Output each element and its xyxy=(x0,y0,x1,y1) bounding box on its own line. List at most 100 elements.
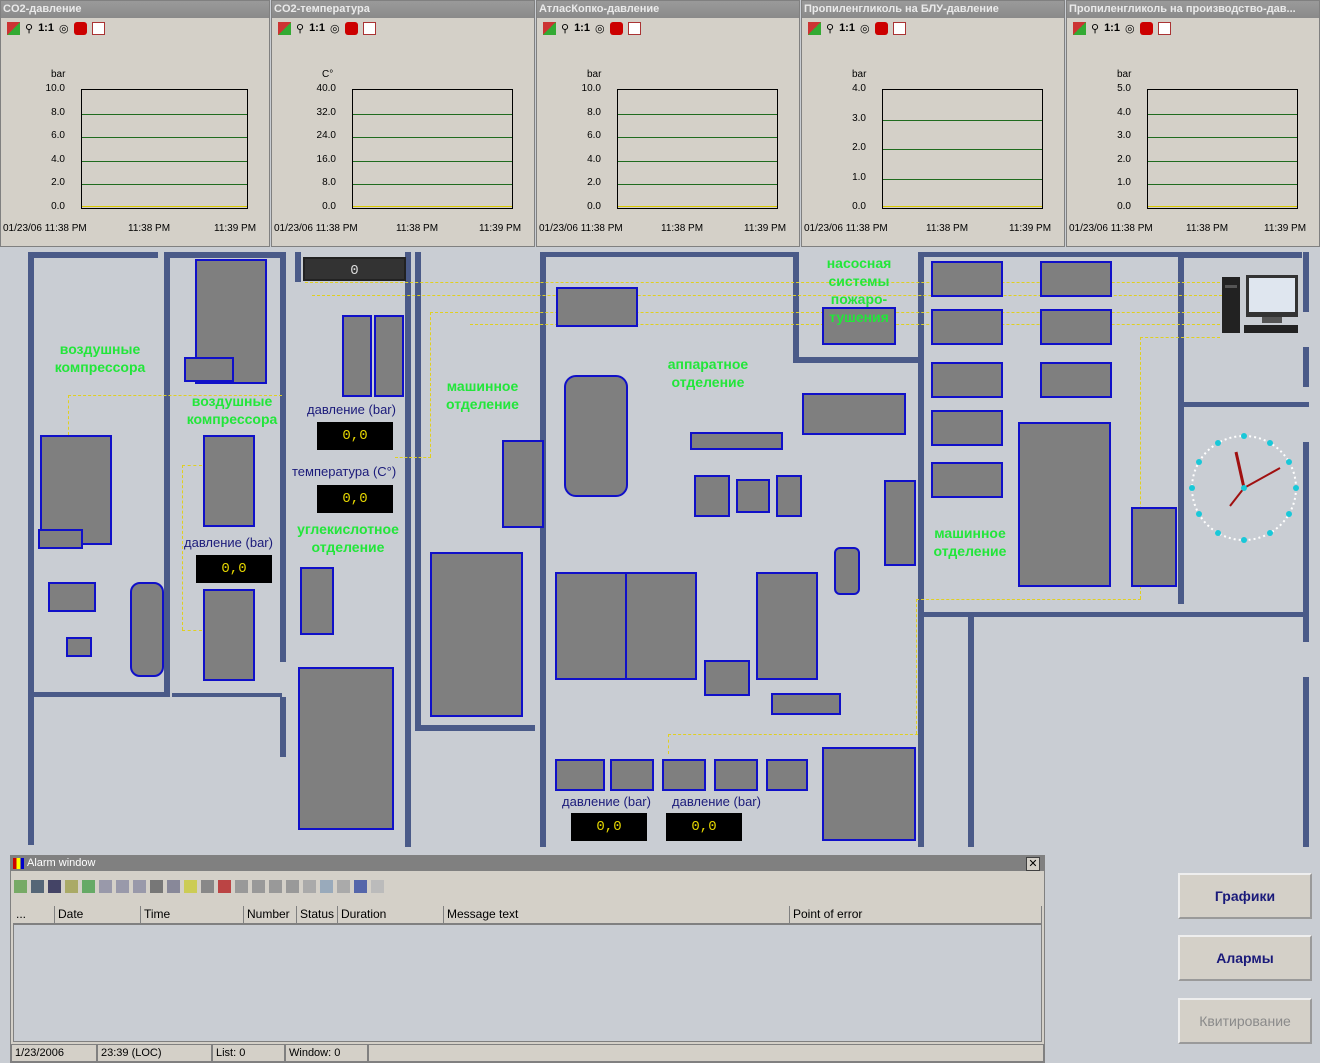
col-index[interactable]: ... xyxy=(13,906,55,923)
scale-label[interactable]: 1:1 xyxy=(1104,22,1120,34)
trend-title[interactable]: Пропиленгликоль на БЛУ-давление xyxy=(802,1,1064,18)
valve-pair xyxy=(736,479,770,513)
trend-title[interactable]: АтласКопко-давление xyxy=(537,1,799,18)
help-icon[interactable] xyxy=(184,879,197,893)
trend-plot-area[interactable] xyxy=(81,89,248,209)
col-status[interactable]: Status xyxy=(297,906,338,923)
workstation-icon[interactable] xyxy=(1222,275,1300,339)
grid-line xyxy=(883,178,1042,180)
scroll-icon[interactable] xyxy=(808,21,821,35)
col-time[interactable]: Time xyxy=(141,906,244,923)
trend-panel-3[interactable]: АтласКопко-давление ⚲ 1:1 ◎ bar 10.0 8.0 6.… xyxy=(536,0,800,247)
next-icon[interactable] xyxy=(269,879,282,893)
statistics-icon[interactable] xyxy=(82,879,95,893)
archive-icon[interactable] xyxy=(65,879,78,893)
col-message-text[interactable]: Message text xyxy=(444,906,790,923)
lock-icon[interactable] xyxy=(337,879,350,893)
label-machine-room-2: машинное отделение xyxy=(933,525,1007,559)
scroll-icon[interactable] xyxy=(1073,21,1086,35)
sort-az-icon[interactable] xyxy=(354,879,367,893)
zoom-icon[interactable]: ⚲ xyxy=(296,22,304,35)
y-tick-label: 0.0 xyxy=(587,201,601,212)
scale-label[interactable]: 1:1 xyxy=(839,22,855,34)
ack-icon[interactable] xyxy=(303,879,316,893)
time-label-start: 01/23/06 11:38 PM xyxy=(274,223,358,234)
co2-pressure-display: 0,0 xyxy=(317,422,393,450)
trend-plot-area[interactable] xyxy=(617,89,778,209)
scroll-icon[interactable] xyxy=(278,21,291,35)
print-icon[interactable] xyxy=(201,879,214,893)
alarm-window[interactable]: Alarm window ✕ ... Date Time Number Stat… xyxy=(10,855,1045,1063)
last-icon[interactable] xyxy=(286,879,299,893)
co2-pressure-label: давление (bar) xyxy=(307,402,396,417)
trend-panel-1[interactable]: CO2-давление ⚲ 1:1 ◎ bar 10.0 8.0 6.0 4.0 2.0… xyxy=(0,0,270,247)
list-icon[interactable] xyxy=(48,879,61,893)
y-tick-label: 2.0 xyxy=(51,177,65,189)
heat-exchanger-small xyxy=(771,693,841,715)
chart-icon[interactable] xyxy=(91,21,105,35)
zoom-icon[interactable]: ⚲ xyxy=(25,22,33,35)
message-list-icon[interactable] xyxy=(14,879,27,893)
first-icon[interactable] xyxy=(235,879,248,893)
filter-2-icon[interactable] xyxy=(116,879,129,893)
stop-icon[interactable] xyxy=(874,21,888,35)
vertical-tank-right xyxy=(1131,507,1177,587)
trend-plot-area[interactable] xyxy=(352,89,513,209)
alarm-list[interactable] xyxy=(13,924,1042,1042)
tank-c xyxy=(756,572,818,680)
graphs-button[interactable]: Графики xyxy=(1178,873,1312,919)
air-pressure-display: 0,0 xyxy=(196,555,272,583)
prev-icon[interactable] xyxy=(252,879,265,893)
scroll-icon[interactable] xyxy=(7,21,20,35)
condenser-block xyxy=(556,287,638,327)
trend-plot-area[interactable] xyxy=(882,89,1043,209)
pause-icon[interactable]: ◎ xyxy=(330,22,340,35)
stop-icon[interactable] xyxy=(344,21,358,35)
pause-icon[interactable]: ◎ xyxy=(595,22,605,35)
chart-icon[interactable] xyxy=(627,21,641,35)
trend-title[interactable]: CO2-давление xyxy=(1,1,269,18)
trend-title[interactable]: Пропиленгликоль на производство-дав... xyxy=(1067,1,1319,18)
filter-icon[interactable] xyxy=(99,879,112,893)
sort-icon[interactable] xyxy=(150,879,163,893)
trend-title[interactable]: CO2-температура xyxy=(272,1,534,18)
stop-icon[interactable] xyxy=(73,21,87,35)
chart-icon[interactable] xyxy=(892,21,906,35)
close-icon[interactable]: ✕ xyxy=(1026,857,1040,871)
trend-panel-2[interactable]: CO2-температура ⚲ 1:1 ◎ C° 40.0 32.0 24.0 16… xyxy=(271,0,535,247)
trend-panel-5[interactable]: Пропиленгликоль на производство-дав... ⚲… xyxy=(1066,0,1320,247)
scale-label[interactable]: 1:1 xyxy=(574,22,590,34)
pause-icon[interactable]: ◎ xyxy=(860,22,870,35)
loop-icon[interactable] xyxy=(320,879,333,893)
settings-icon[interactable] xyxy=(371,879,384,893)
zoom-icon[interactable]: ⚲ xyxy=(826,22,834,35)
scale-label[interactable]: 1:1 xyxy=(38,22,54,34)
scale-label[interactable]: 1:1 xyxy=(309,22,325,34)
chart-icon[interactable] xyxy=(1157,21,1171,35)
trend-panel-4[interactable]: Пропиленгликоль на БЛУ-давление ⚲ 1:1 ◎ … xyxy=(801,0,1065,247)
chart-icon[interactable] xyxy=(362,21,376,35)
filter-3-icon[interactable] xyxy=(133,879,146,893)
col-point-of-error[interactable]: Point of error xyxy=(790,906,1042,923)
zoom-icon[interactable]: ⚲ xyxy=(561,22,569,35)
col-date[interactable]: Date xyxy=(55,906,141,923)
stop-icon[interactable] xyxy=(609,21,623,35)
acknowledge-button[interactable]: Квитирование xyxy=(1178,998,1312,1044)
grid-line xyxy=(82,113,247,115)
refresh-icon[interactable] xyxy=(31,879,44,893)
time-label-start: 01/23/06 11:38 PM xyxy=(539,223,623,234)
list-view-icon[interactable] xyxy=(167,879,180,893)
alarm-bell-icon[interactable] xyxy=(218,879,231,893)
alarms-button[interactable]: Алармы xyxy=(1178,935,1312,981)
alarm-window-titlebar[interactable]: Alarm window ✕ xyxy=(11,856,1044,871)
zoom-icon[interactable]: ⚲ xyxy=(1091,22,1099,35)
trend-plot-area[interactable] xyxy=(1147,89,1298,209)
col-duration[interactable]: Duration xyxy=(338,906,444,923)
trend-toolbar: ⚲ 1:1 ◎ xyxy=(272,18,534,38)
stop-icon[interactable] xyxy=(1139,21,1153,35)
pause-icon[interactable]: ◎ xyxy=(1125,22,1135,35)
col-number[interactable]: Number xyxy=(244,906,297,923)
scroll-icon[interactable] xyxy=(543,21,556,35)
pause-icon[interactable]: ◎ xyxy=(59,22,69,35)
time-label-end: 11:39 PM xyxy=(1264,223,1307,234)
